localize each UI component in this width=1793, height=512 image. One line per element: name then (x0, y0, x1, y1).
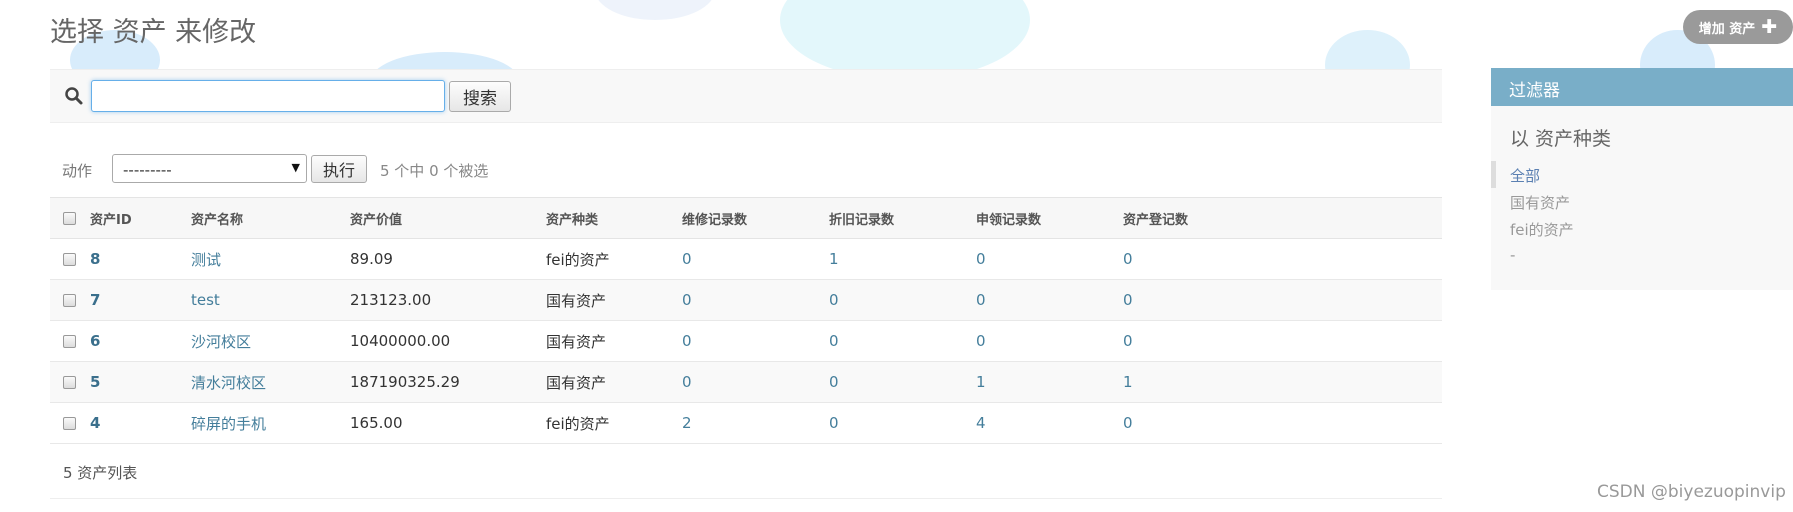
row-checkbox-cell (50, 320, 90, 362)
run-action-button[interactable]: 执行 (311, 155, 367, 183)
asset-name-link[interactable]: 沙河校区 (191, 333, 251, 351)
select-all-cell (50, 197, 90, 239)
add-asset-button-label: 增加 资产 (1698, 21, 1756, 37)
asset-value: 10400000.00 (350, 320, 546, 362)
row-checkbox[interactable] (63, 294, 76, 307)
depreciation-count-link[interactable]: 0 (829, 414, 839, 432)
selection-counter: 5 个中 0 个被选 (380, 162, 489, 180)
register-count-link[interactable]: 0 (1123, 250, 1133, 268)
asset-kind: 国有资产 (546, 361, 682, 403)
filter-option-state-owned[interactable]: 国有资产 (1491, 188, 1793, 215)
action-bar: 动作 --------- ▼ 执行 5 个中 0 个被选 (50, 154, 650, 184)
column-header[interactable]: 资产名称 (191, 197, 350, 239)
filter-subtitle: 以 资产种类 (1510, 128, 1612, 150)
table-row: 7 test 213123.00 国有资产 0 0 0 0 (50, 279, 1442, 321)
search-toolbar: 搜索 (50, 69, 1442, 123)
table-row: 6 沙河校区 10400000.00 国有资产 0 0 0 0 (50, 320, 1442, 362)
asset-table: 资产ID 资产名称 资产价值 资产种类 维修记录数 折旧记录数 申领记录数 资产… (50, 197, 1442, 444)
column-header[interactable]: 申领记录数 (976, 197, 1123, 239)
asset-kind: 国有资产 (546, 320, 682, 362)
asset-value: 165.00 (350, 402, 546, 444)
asset-name-link[interactable]: 测试 (191, 251, 221, 269)
column-header[interactable]: 资产ID (90, 197, 191, 239)
result-count: 5 资产列表 (50, 444, 1442, 499)
row-checkbox[interactable] (63, 376, 76, 389)
register-count-link[interactable]: 0 (1123, 291, 1133, 309)
table-row: 4 碎屏的手机 165.00 fei的资产 2 0 4 0 (50, 402, 1442, 444)
depreciation-count-link[interactable]: 1 (829, 250, 839, 268)
column-header[interactable]: 资产价值 (350, 197, 546, 239)
depreciation-count-link[interactable]: 0 (829, 373, 839, 391)
row-checkbox-cell (50, 361, 90, 403)
claim-count-link[interactable]: 0 (976, 250, 986, 268)
filter-panel: 过滤器 以 资产种类 全部 国有资产 fei的资产 - (1491, 68, 1793, 290)
asset-value: 213123.00 (350, 279, 546, 321)
repair-count-link[interactable]: 0 (682, 291, 692, 309)
plus-icon: ✚ (1761, 15, 1778, 38)
search-button[interactable]: 搜索 (449, 81, 511, 112)
asset-name-link[interactable]: test (191, 291, 220, 309)
asset-id-link[interactable]: 6 (90, 332, 100, 350)
column-header[interactable]: 资产种类 (546, 197, 682, 239)
asset-value: 187190325.29 (350, 361, 546, 403)
asset-kind: 国有资产 (546, 279, 682, 321)
action-label: 动作 (62, 162, 93, 180)
page-title: 选择 资产 来修改 (50, 17, 257, 48)
filter-title: 过滤器 (1491, 68, 1793, 106)
depreciation-count-link[interactable]: 0 (829, 332, 839, 350)
row-checkbox[interactable] (63, 417, 76, 430)
repair-count-link[interactable]: 2 (682, 414, 692, 432)
column-header[interactable]: 维修记录数 (682, 197, 829, 239)
claim-count-link[interactable]: 0 (976, 332, 986, 350)
asset-kind: fei的资产 (546, 402, 682, 444)
table-row: 5 清水河校区 187190325.29 国有资产 0 0 1 1 (50, 361, 1442, 403)
row-checkbox-cell (50, 238, 90, 280)
filter-option-all[interactable]: 全部 (1491, 161, 1793, 188)
depreciation-count-link[interactable]: 0 (829, 291, 839, 309)
search-input[interactable] (91, 80, 445, 112)
asset-name-link[interactable]: 碎屏的手机 (191, 415, 266, 433)
row-checkbox-cell (50, 279, 90, 321)
asset-id-link[interactable]: 8 (90, 250, 100, 268)
row-checkbox[interactable] (63, 335, 76, 348)
watermark: CSDN @biyezuopinvip (1597, 482, 1786, 502)
claim-count-link[interactable]: 4 (976, 414, 986, 432)
claim-count-link[interactable]: 0 (976, 291, 986, 309)
register-count-link[interactable]: 0 (1123, 414, 1133, 432)
repair-count-link[interactable]: 0 (682, 332, 692, 350)
background-decoration (595, 0, 715, 20)
table-header-row: 资产ID 资产名称 资产价值 资产种类 维修记录数 折旧记录数 申领记录数 资产… (50, 197, 1442, 239)
filter-option-fei[interactable]: fei的资产 (1491, 215, 1793, 242)
caret-down-icon: ▼ (291, 161, 300, 174)
asset-id-link[interactable]: 7 (90, 291, 100, 309)
asset-kind: fei的资产 (546, 238, 682, 280)
background-decoration (780, 0, 1030, 80)
row-checkbox-cell (50, 402, 90, 444)
register-count-link[interactable]: 1 (1123, 373, 1133, 391)
claim-count-link[interactable]: 1 (976, 373, 986, 391)
action-select-value: --------- (123, 161, 172, 179)
register-count-link[interactable]: 0 (1123, 332, 1133, 350)
asset-value: 89.09 (350, 238, 546, 280)
table-row: 8 测试 89.09 fei的资产 0 1 0 0 (50, 238, 1442, 280)
add-asset-button[interactable]: 增加 资产 ✚ (1683, 10, 1793, 44)
select-all-checkbox[interactable] (63, 211, 76, 225)
column-header[interactable]: 资产登记数 (1123, 197, 1442, 239)
asset-name-link[interactable]: 清水河校区 (191, 374, 266, 392)
asset-id-link[interactable]: 4 (90, 414, 100, 432)
repair-count-link[interactable]: 0 (682, 373, 692, 391)
filter-list: 全部 国有资产 fei的资产 - (1491, 161, 1793, 269)
asset-id-link[interactable]: 5 (90, 373, 100, 391)
action-select[interactable]: --------- ▼ (112, 154, 307, 183)
search-icon (64, 86, 84, 106)
repair-count-link[interactable]: 0 (682, 250, 692, 268)
row-checkbox[interactable] (63, 253, 76, 266)
filter-option-empty[interactable]: - (1491, 242, 1793, 269)
column-header[interactable]: 折旧记录数 (829, 197, 976, 239)
